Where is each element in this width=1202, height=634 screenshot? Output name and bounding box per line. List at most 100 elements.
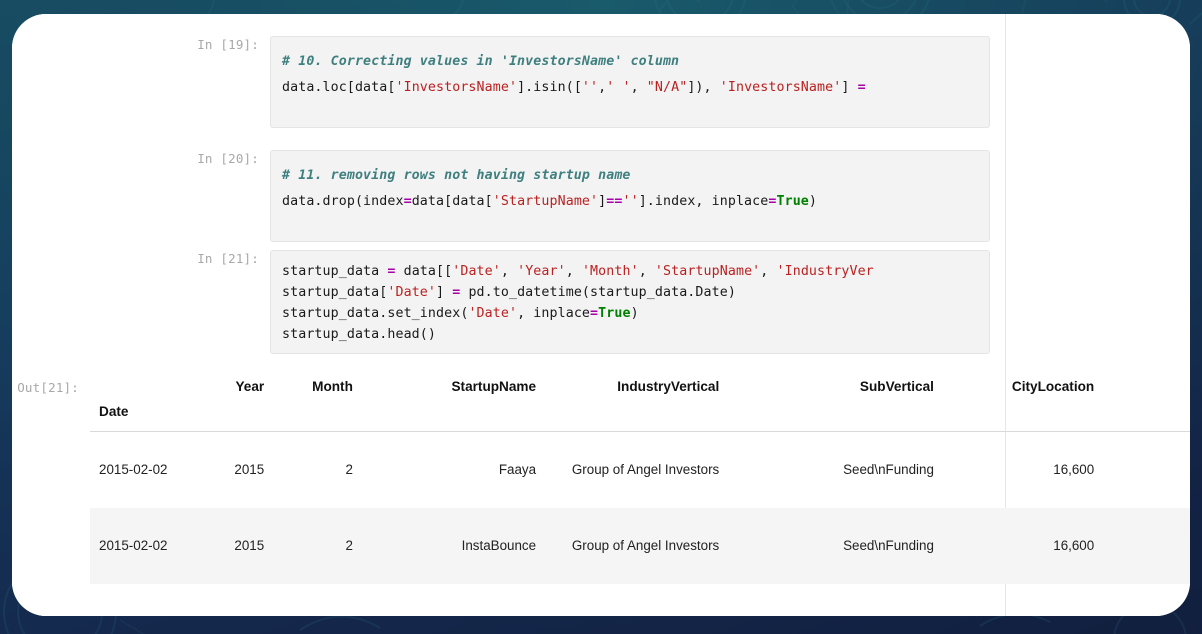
dataframe-column-header: Month: [312, 379, 353, 394]
dataframe-cell: Group of Angel: [545, 584, 728, 617]
notebook-scroll-area[interactable]: In [19]: # 10. Correcting values in 'Inv…: [12, 14, 1190, 616]
dataframe-cell: Seed\nFunding: [843, 461, 934, 477]
code-token: , inplace: [517, 306, 591, 321]
code-token: 'Date': [452, 264, 501, 279]
dataframe-cell: 2015: [234, 537, 265, 553]
code-token: startup_data[: [282, 285, 388, 300]
code-token: data[data[: [411, 194, 493, 209]
dataframe-cell: 2015: [184, 584, 273, 617]
code-token: 'StartupName': [654, 264, 761, 279]
code-token: # 11. removing rows not having startup n…: [282, 168, 631, 183]
code-token: (): [419, 327, 437, 342]
code-token: 'IndustryVer: [776, 264, 874, 279]
code-token: ,: [500, 264, 518, 279]
code-token: ]),: [687, 80, 720, 95]
code-token: ' ': [606, 80, 631, 95]
dataframe-header-row: Year Month StartupName IndustryVertical SubV…: [90, 372, 1190, 401]
code-token: 'Date': [387, 285, 437, 300]
dataframe-index-row-spacer: [942, 401, 1104, 432]
code-token: =: [403, 194, 412, 209]
dataframe-cell: Group of Angel Investors: [571, 537, 720, 553]
code-token: ,: [630, 80, 647, 95]
code-token: data: [282, 80, 315, 95]
dataframe-column-header: CityLocation: [1011, 379, 1095, 394]
code-token: "N/A": [646, 80, 688, 95]
dataframe-cell: 16,600: [943, 584, 1103, 617]
dataframe-cell: 16,600: [1053, 461, 1095, 477]
code-line: startup_data.set_index('Date', inplace=T…: [282, 303, 989, 324]
code-line: startup_data['Date'] = pd.to_datetime(st…: [282, 282, 989, 303]
code-input-21[interactable]: startup_data = data[['Date', 'Year', 'Mo…: [270, 250, 990, 354]
dataframe-cell: minu: [1103, 584, 1190, 617]
code-token: =: [590, 306, 599, 321]
dataframe-scroll-wrapper[interactable]: Year Month StartupName IndustryVertical SubV…: [90, 372, 1190, 616]
table-row: 2015-20152ChloroplastGroup of AngelSeed\…: [90, 584, 1190, 617]
dataframe-column-header: Year: [235, 379, 265, 394]
code-line: startup_data.head(): [282, 324, 989, 345]
code-token: True: [598, 306, 631, 321]
dataframe-column-header: IndustryVertical: [617, 379, 720, 394]
code-line: # 11. removing rows not having startup n…: [282, 163, 989, 189]
dataframe-cell: 2: [345, 537, 353, 553]
dataframe-column-header: StartupName: [451, 379, 537, 394]
code-token: 'Year': [517, 264, 566, 279]
code-line: data.drop(index=data[data['StartupName']…: [282, 189, 989, 215]
dataframe-column-header: SubVertical: [859, 379, 934, 394]
dataframe-index-row-spacer: [361, 401, 546, 432]
dataframe-cell: Seed\nFunding: [728, 584, 943, 617]
code-cell-19[interactable]: In [19]: # 10. Correcting values in 'Inv…: [192, 36, 1190, 128]
dataframe-index-row-spacer: [273, 401, 362, 432]
dataframe-table: Year Month StartupName IndustryVertical SubV…: [90, 372, 1190, 616]
dataframe-row-index: 2015-02-02: [99, 461, 168, 477]
dataframe-cell: 2: [273, 584, 362, 617]
dataframe-index-row-spacer: [1103, 401, 1190, 432]
dataframe-corner-cell: [90, 372, 184, 401]
dataframe-cell: Seed\nFunding: [843, 537, 934, 553]
dataframe-index-row-spacer: [728, 401, 943, 432]
code-token: pd.to_datetime(startup_data.Date): [460, 285, 736, 300]
table-row: 2015-02-02 2015 2 Faaya Group of Angel Inves…: [90, 432, 1190, 508]
code-token: data[[: [395, 264, 453, 279]
code-token: ==: [606, 194, 623, 209]
code-token: ]: [436, 285, 453, 300]
cell-prompt-in-20: In [20]:: [197, 151, 259, 166]
code-cell-20[interactable]: In [20]: # 11. removing rows not having …: [192, 150, 1190, 242]
dataframe-cell: Group of Angel Investors: [571, 461, 720, 477]
dataframe-cell: Faaya: [498, 461, 537, 477]
code-token: ): [808, 194, 818, 209]
dataframe-row-index: 2015-: [90, 584, 184, 617]
code-token: ,: [638, 264, 655, 279]
output-cell-21: Out[21]: Year Month StartupName IndustryVer…: [12, 372, 1190, 616]
notebook-panel: In [19]: # 10. Correcting values in 'Inv…: [12, 14, 1190, 616]
code-input-20[interactable]: # 11. removing rows not having startup n…: [270, 150, 990, 242]
dataframe-cell: minu: [1103, 432, 1190, 508]
dataframe-cell: InstaBounce: [461, 537, 537, 553]
code-token: data: [282, 194, 315, 209]
code-token: .loc[data[: [314, 80, 396, 95]
code-cell-21[interactable]: In [21]: startup_data = data[['Date', 'Y…: [192, 250, 1190, 354]
dataframe-index-label: Date: [90, 401, 185, 432]
code-token: startup_data.set_index(: [282, 306, 469, 321]
dataframe-body: 2015-02-02 2015 2 Faaya Group of Angel Inves…: [90, 432, 1190, 617]
dataframe-index-row-spacer: [545, 401, 729, 432]
code-token: ): [630, 306, 639, 321]
code-token: startup_data: [282, 264, 388, 279]
table-row: 2015-02-02 2015 2 InstaBounce Group of Angel…: [90, 507, 1190, 584]
dataframe-cell: Chloroplast: [362, 584, 545, 617]
code-token: ,: [760, 264, 777, 279]
code-input-19[interactable]: # 10. Correcting values in 'InvestorsNam…: [270, 36, 990, 128]
code-token: ].index, inplace: [638, 194, 769, 209]
code-token: 'Month': [581, 264, 639, 279]
code-line: startup_data = data[['Date', 'Year', 'Mo…: [282, 261, 989, 282]
code-token: ].isin([: [517, 80, 582, 95]
code-token: 'Date': [468, 306, 518, 321]
dataframe-row-index: 2015-02-02: [99, 537, 168, 553]
dataframe-cell: 2: [345, 461, 353, 477]
code-token: True: [776, 194, 809, 209]
dataframe-cell: minu: [1103, 508, 1190, 584]
code-token: # 10. Correcting values in 'InvestorsNam…: [282, 54, 680, 69]
dataframe-cell: 2015: [234, 461, 265, 477]
dataframe-index-row-spacer: [184, 401, 274, 432]
dataframe-cell: 16,600: [1053, 537, 1095, 553]
code-token: 'StartupName': [492, 194, 599, 209]
